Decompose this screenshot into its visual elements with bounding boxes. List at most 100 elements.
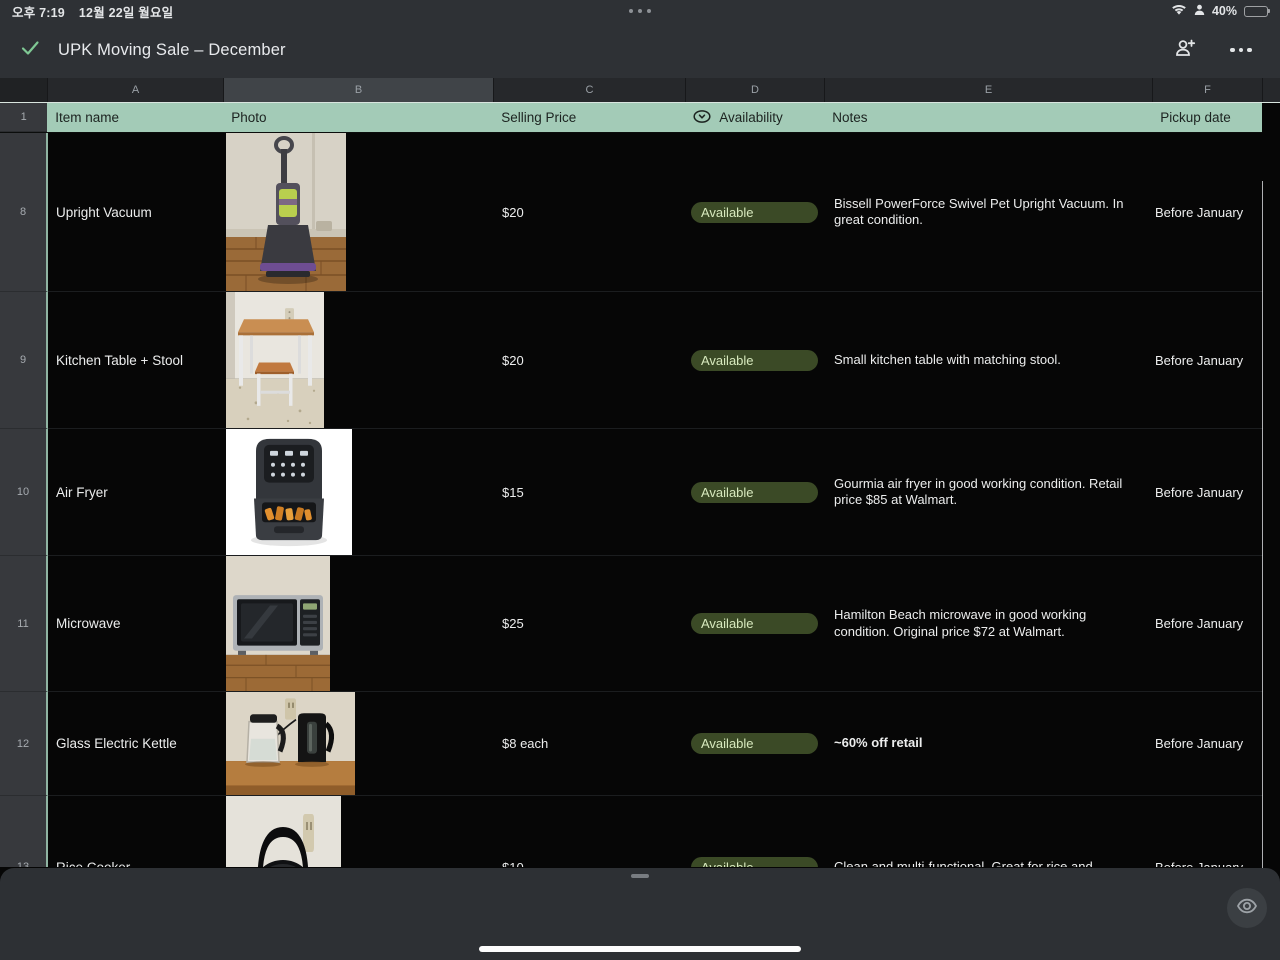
cell-photo[interactable] [224, 133, 494, 292]
cell-item-name[interactable]: Air Fryer [48, 429, 224, 556]
person-add-icon [1173, 36, 1197, 65]
upright-vacuum-photo[interactable] [226, 133, 346, 291]
cell-item-name[interactable]: Glass Electric Kettle [48, 692, 224, 796]
microwave-photo[interactable] [226, 556, 330, 691]
availability-chip[interactable]: Available [691, 482, 818, 503]
column-header-e[interactable]: E [825, 78, 1153, 102]
kitchen-table-stool-photo[interactable] [226, 292, 324, 428]
cell-notes[interactable]: Hamilton Beach microwave in good working… [825, 556, 1153, 692]
row-number[interactable]: 8 [0, 133, 48, 292]
sheets-app-screen: 오후 7:19 12월 22일 월요일 40% UPK Moving Sale [0, 0, 1280, 960]
cell-photo[interactable] [224, 556, 494, 692]
cell-pickup[interactable]: Before January [1153, 292, 1263, 429]
view-only-button[interactable] [1227, 888, 1267, 928]
upright-vacuum-image [226, 133, 346, 291]
cell-pickup[interactable]: Before January [1153, 133, 1263, 292]
dropdown-chip-icon [693, 110, 711, 126]
cell-availability[interactable]: Available [686, 556, 825, 692]
glass-kettle-photo[interactable] [226, 692, 355, 795]
microwave-image [226, 556, 330, 691]
cell-photo[interactable] [224, 796, 494, 867]
bottom-sheet [0, 868, 1280, 960]
header-cell-photo[interactable]: Photo [223, 103, 493, 132]
cell-notes[interactable]: Bissell PowerForce Swivel Pet Upright Va… [825, 133, 1153, 292]
row-number[interactable]: 11 [0, 556, 48, 692]
personal-hotspot-icon [1194, 4, 1205, 19]
spreadsheet-grid: A B C D E F 1 Item name Photo Selling Pr… [0, 78, 1280, 868]
cell-price[interactable]: $8 each [494, 692, 686, 796]
check-icon [19, 37, 41, 64]
table-row: 13 Rice Cooker $10 Available Clean and m… [0, 796, 1263, 867]
drag-handle[interactable] [631, 874, 649, 878]
eye-icon [1235, 894, 1259, 923]
cell-price[interactable]: $20 [494, 292, 686, 429]
cell-item-name[interactable]: Microwave [48, 556, 224, 692]
cell-availability[interactable]: Available [686, 292, 825, 429]
cell-price[interactable]: $10 [494, 796, 686, 867]
header-cell-pickup-date[interactable]: Pickup date [1152, 103, 1262, 132]
cell-availability[interactable]: Available [686, 796, 825, 867]
cell-price[interactable]: $15 [494, 429, 686, 556]
done-check-button[interactable] [16, 36, 44, 64]
frozen-header-row: 1 Item name Photo Selling Price Availabi… [0, 103, 1280, 133]
cell-notes[interactable]: Clean and multi-functional. Great for ri… [825, 796, 1153, 867]
availability-chip[interactable]: Available [691, 613, 818, 634]
rice-cooker-photo[interactable] [226, 796, 341, 867]
cell-pickup[interactable]: Before January [1153, 692, 1263, 796]
availability-chip[interactable]: Available [691, 350, 818, 371]
row-number[interactable]: 1 [0, 103, 47, 132]
cell-notes[interactable]: Small kitchen table with matching stool. [825, 292, 1153, 429]
availability-chip[interactable]: Available [691, 733, 818, 754]
status-bar: 오후 7:19 12월 22일 월요일 40% [0, 0, 1280, 22]
cell-price[interactable]: $20 [494, 133, 686, 292]
row-number[interactable]: 9 [0, 292, 48, 429]
more-menu-button[interactable] [1226, 35, 1256, 65]
cell-availability[interactable]: Available [686, 429, 825, 556]
rice-cooker-image [226, 796, 341, 867]
cell-pickup[interactable]: Before January [1153, 556, 1263, 692]
cell-availability[interactable]: Available [686, 133, 825, 292]
more-menu-icon [1230, 48, 1252, 53]
cell-item-name[interactable]: Kitchen Table + Stool [48, 292, 224, 429]
cell-item-name[interactable]: Rice Cooker [48, 796, 224, 867]
column-header-a[interactable]: A [48, 78, 224, 102]
cell-photo[interactable] [224, 429, 494, 556]
table-row: 8 Upright Vacuum $20 Available Bissell P… [0, 133, 1263, 292]
grid-corner-cell[interactable] [0, 78, 48, 102]
cell-availability[interactable]: Available [686, 692, 825, 796]
column-header-d[interactable]: D [686, 78, 825, 102]
cell-item-name[interactable]: Upright Vacuum [48, 133, 224, 292]
row-number[interactable]: 10 [0, 429, 48, 556]
document-title[interactable]: UPK Moving Sale – December [58, 41, 286, 60]
cell-pickup[interactable]: Before January [1153, 796, 1263, 867]
header-cell-item-name[interactable]: Item name [47, 103, 223, 132]
air-fryer-photo[interactable] [226, 429, 352, 555]
sheet-rows: 8 Upright Vacuum $20 Available Bissell P… [0, 133, 1280, 867]
cell-price[interactable]: $25 [494, 556, 686, 692]
column-header-b[interactable]: B [224, 78, 494, 102]
header-cell-availability[interactable]: Availability [685, 103, 824, 132]
cell-notes[interactable]: ~60% off retail [825, 692, 1153, 796]
cell-photo[interactable] [224, 292, 494, 429]
column-header-c[interactable]: C [494, 78, 686, 102]
app-title-bar: UPK Moving Sale – December [0, 22, 1280, 78]
availability-chip[interactable]: Available [691, 202, 818, 223]
battery-icon [1244, 6, 1268, 17]
column-header-f[interactable]: F [1153, 78, 1263, 102]
cell-pickup[interactable]: Before January [1153, 429, 1263, 556]
status-date: 12월 22일 월요일 [79, 2, 173, 21]
cell-notes[interactable]: Gourmia air fryer in good working condit… [825, 429, 1153, 556]
multitask-dots-icon[interactable] [629, 9, 651, 13]
header-cell-selling-price[interactable]: Selling Price [493, 103, 685, 132]
availability-chip[interactable]: Available [691, 857, 818, 868]
status-time: 오후 7:19 [12, 2, 65, 21]
share-button[interactable] [1170, 35, 1200, 65]
header-cell-notes[interactable]: Notes [824, 103, 1152, 132]
cell-photo[interactable] [224, 692, 494, 796]
home-indicator[interactable] [479, 946, 801, 952]
row-number[interactable]: 13 [0, 796, 48, 867]
row-number[interactable]: 12 [0, 692, 48, 796]
kitchen-table-stool-image [226, 292, 324, 428]
column-header-strip: A B C D E F [0, 78, 1280, 103]
table-row: 11 Microwave $25 Available Hamilton Beac… [0, 556, 1263, 692]
